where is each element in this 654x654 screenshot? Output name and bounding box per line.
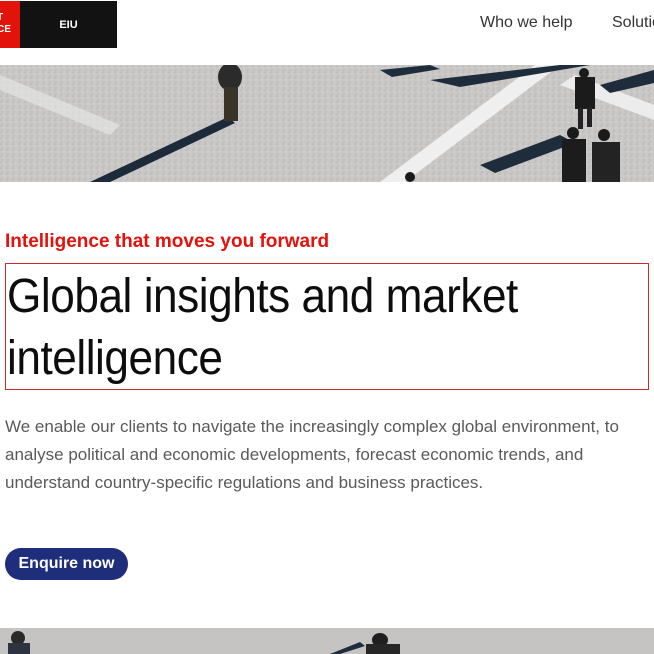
logo-primary-text: T CE (0, 12, 11, 35)
eiu-logo[interactable]: EIU (20, 1, 117, 48)
hero-description: We enable our clients to navigate the in… (5, 417, 619, 492)
nav-item-solutions[interactable]: Solutio (612, 14, 654, 32)
economist-logo[interactable]: T CE (0, 1, 20, 48)
eyebrow-text: Intelligence that moves you forward (5, 231, 330, 252)
secondary-photo-illustration (0, 628, 654, 654)
hero-photo-illustration (0, 65, 654, 182)
logo-secondary-text: EIU (59, 18, 78, 31)
enquire-now-button[interactable]: Enquire now (5, 548, 128, 580)
secondary-image (0, 628, 654, 654)
site-header: T CE EIU Who we help Solutio (0, 0, 654, 64)
hero-image (0, 65, 654, 182)
page: T CE EIU Who we help Solutio (0, 0, 654, 654)
page-title: Global insights and market intelligence (7, 266, 647, 390)
nav-item-who-we-help[interactable]: Who we help (480, 14, 573, 32)
page-title-text: Global insights and market intelligence (7, 270, 518, 385)
